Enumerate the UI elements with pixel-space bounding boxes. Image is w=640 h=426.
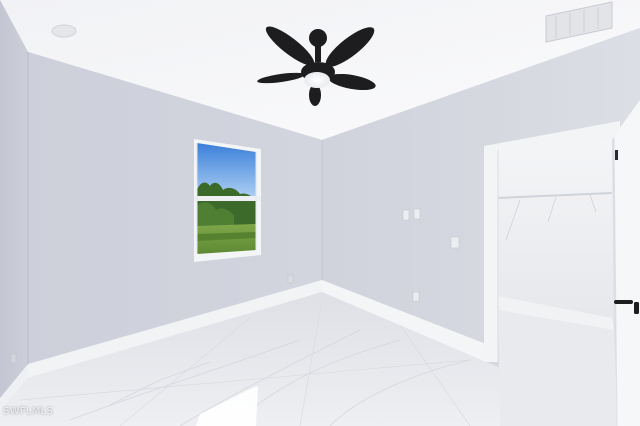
outlet-back xyxy=(287,274,294,284)
thermostat-plate xyxy=(450,236,460,249)
room-illustration xyxy=(0,0,640,426)
window xyxy=(194,139,261,262)
open-door xyxy=(613,100,640,426)
closet-doorway xyxy=(484,121,620,426)
light-switch xyxy=(402,209,410,221)
outlet-right xyxy=(412,291,420,302)
left-wall xyxy=(0,0,28,412)
room-photo: SWFLMLS xyxy=(0,0,640,426)
door-handle-icon xyxy=(614,300,633,304)
door-hinge xyxy=(615,150,618,160)
outlet-left xyxy=(10,353,17,364)
watermark-text: SWFLMLS xyxy=(3,406,54,417)
smoke-detector-icon xyxy=(51,24,77,38)
light-switch-2 xyxy=(413,208,421,220)
